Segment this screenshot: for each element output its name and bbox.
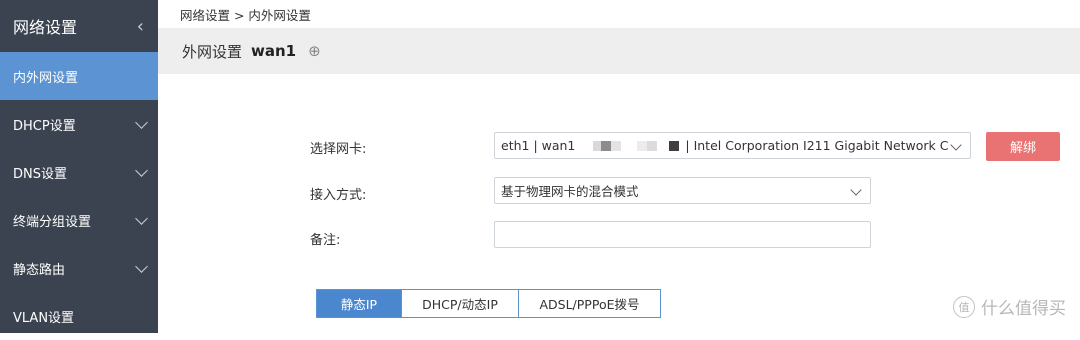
tab-dhcp[interactable]: DHCP/动态IP <box>401 289 519 318</box>
sidebar-item-dhcp[interactable]: DHCP设置 <box>0 100 158 148</box>
chevron-down-icon <box>135 259 148 273</box>
redacted-block <box>601 140 612 151</box>
redacted-block <box>669 140 680 151</box>
breadcrumb: 网络设置 > 内外网设置 <box>180 8 311 23</box>
page-title: 外网设置 <box>182 42 243 61</box>
interface-name: wan1 <box>251 42 297 60</box>
nic-value-suffix: | Intel Corporation I211 Gigabit Network… <box>685 138 949 153</box>
nic-select[interactable]: eth1 | wan1 | Intel Corporation I211 Gig… <box>494 132 971 159</box>
access-mode-label: 接入方式: <box>310 188 367 203</box>
sidebar: 网络设置 ‹ 内外网设置 DHCP设置 DNS设置 终端分组设置 静态路由 VL… <box>0 0 158 333</box>
tab-static-ip[interactable]: 静态IP <box>316 289 402 318</box>
redacted-block <box>611 140 622 151</box>
section-header: 外网设置 wan1 ⊕ <box>158 28 1080 74</box>
sidebar-item-dns[interactable]: DNS设置 <box>0 148 158 196</box>
sidebar-item-label: 终端分组设置 <box>13 214 92 230</box>
sidebar-header: 网络设置 ‹ <box>0 0 158 52</box>
nic-label: 选择网卡: <box>310 142 367 157</box>
nic-value-prefix: eth1 | wan1 <box>501 138 576 153</box>
remark-input[interactable] <box>494 221 871 248</box>
sidebar-item-lan-wan[interactable]: 内外网设置 <box>0 52 158 100</box>
sidebar-item-label: VLAN设置 <box>13 310 75 326</box>
redacted-block <box>647 140 658 151</box>
chevron-down-icon <box>850 184 862 196</box>
tab-pppoe[interactable]: ADSL/PPPoE拨号 <box>518 289 661 318</box>
main-panel: 网络设置 > 内外网设置 外网设置 wan1 ⊕ 选择网卡: eth1 | wa… <box>158 0 1080 333</box>
redacted-block <box>637 140 648 151</box>
remark-label: 备注: <box>310 233 341 248</box>
chevron-down-icon <box>135 163 148 177</box>
collapse-icon[interactable]: ‹ <box>137 16 144 37</box>
sidebar-item-label: 内外网设置 <box>13 70 79 86</box>
redacted-block <box>593 140 602 151</box>
chevron-down-icon <box>135 115 148 129</box>
sidebar-item-label: 静态路由 <box>13 262 66 278</box>
sidebar-item-label: DNS设置 <box>13 166 67 182</box>
add-icon[interactable]: ⊕ <box>308 42 321 60</box>
chevron-down-icon <box>135 211 148 225</box>
chevron-down-icon <box>950 139 962 151</box>
watermark: 值 什么值得买 <box>953 294 1066 319</box>
watermark-text: 什么值得买 <box>981 299 1066 319</box>
unbind-button[interactable]: 解绑 <box>986 132 1060 161</box>
watermark-logo-icon: 值 <box>953 295 975 318</box>
access-mode-select[interactable]: 基于物理网卡的混合模式 <box>494 177 871 204</box>
access-mode-value: 基于物理网卡的混合模式 <box>501 184 639 199</box>
connection-type-tabs: 静态IP DHCP/动态IP ADSL/PPPoE拨号 <box>316 289 661 318</box>
sidebar-item-terminal-groups[interactable]: 终端分组设置 <box>0 196 158 244</box>
sidebar-item-static-route[interactable]: 静态路由 <box>0 244 158 292</box>
sidebar-title: 网络设置 <box>13 18 78 37</box>
sidebar-item-label: DHCP设置 <box>13 118 76 134</box>
